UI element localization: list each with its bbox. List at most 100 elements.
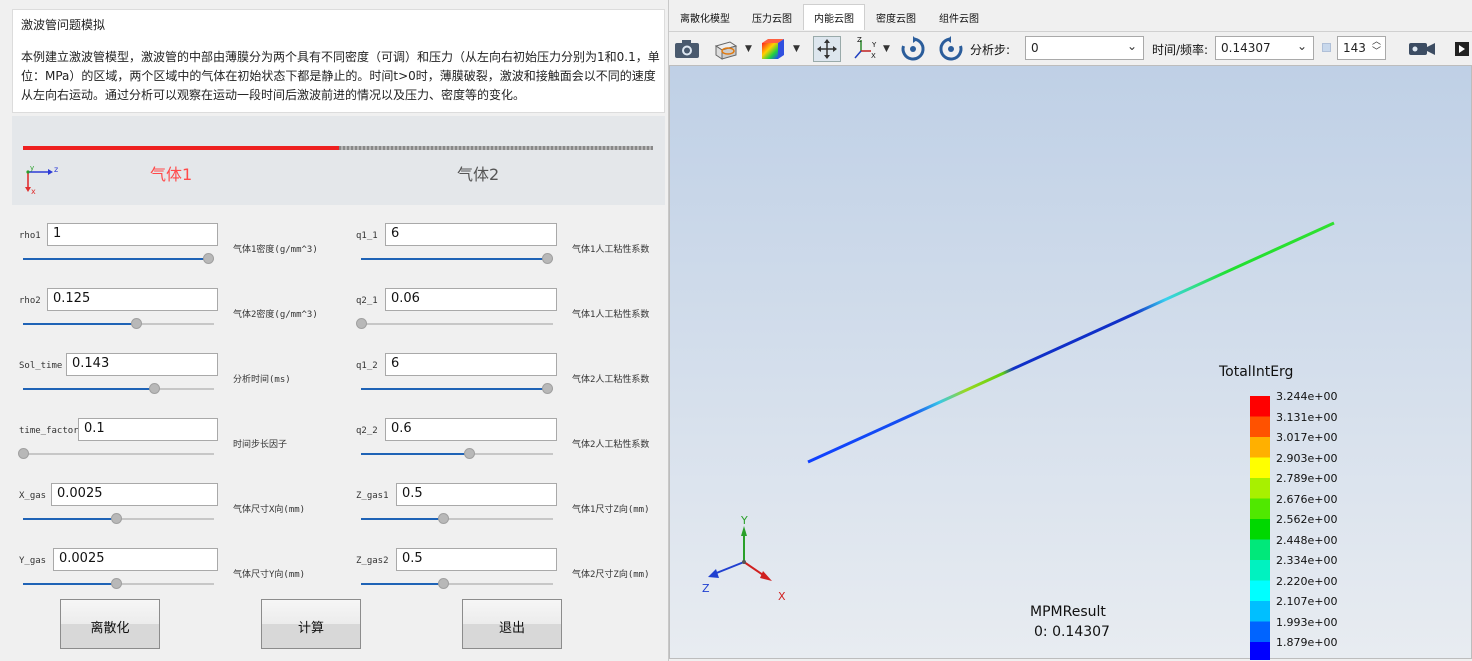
spin-arrows-icon[interactable]: ︿ ﹀ <box>1372 37 1381 57</box>
step-label: 分析步: <box>970 43 1011 57</box>
rho2-slider[interactable] <box>23 318 214 329</box>
legend-swatch <box>1250 437 1270 458</box>
param-label-q1-2: q1_2 <box>356 361 378 371</box>
discretize-button[interactable]: 离散化 <box>60 599 160 649</box>
tab-pressure[interactable]: 压力云图 <box>741 4 803 30</box>
sol-time-input[interactable]: 0.143 <box>66 353 218 376</box>
slider-thumb[interactable] <box>18 448 29 459</box>
q1-1-input[interactable]: 6 <box>385 223 557 246</box>
video-icon[interactable] <box>1405 36 1439 62</box>
slider-thumb[interactable] <box>438 578 449 589</box>
x-gas-slider[interactable] <box>23 513 214 524</box>
q1-2-input[interactable]: 6 <box>385 353 557 376</box>
param-desc-rho2: 气体2密度(g/mm^3) <box>233 310 318 320</box>
y-gas-slider[interactable] <box>23 578 214 589</box>
legend-swatch <box>1250 539 1270 561</box>
view-triad-icon: Y X Z <box>702 514 786 603</box>
chevron-down-icon[interactable]: ▼ <box>793 44 800 54</box>
legend-swatch <box>1250 642 1270 660</box>
result-name: MPMResult <box>1030 604 1106 620</box>
z-gas2-input[interactable]: 0.5 <box>396 548 557 571</box>
slider-thumb[interactable] <box>111 513 122 524</box>
rho2-input[interactable]: 0.125 <box>47 288 218 311</box>
legend-swatch <box>1250 621 1270 643</box>
y-gas-input[interactable]: 0.0025 <box>53 548 218 571</box>
q2-2-slider[interactable] <box>361 448 553 459</box>
param-label-rho2: rho2 <box>19 296 41 306</box>
slider-thumb[interactable] <box>542 253 553 264</box>
param-desc-y-gas: 气体尺寸Y向(mm) <box>233 570 306 580</box>
section-plane-icon[interactable] <box>712 36 740 62</box>
chevron-down-icon[interactable]: ▼ <box>745 44 752 54</box>
legend-swatch <box>1250 498 1270 520</box>
sol-time-slider[interactable] <box>23 383 214 394</box>
param-desc-q2-2: 气体2人工粘性系数 <box>572 440 650 450</box>
param-label-sol-time: Sol_time <box>19 361 63 371</box>
chevron-down-icon[interactable]: ▼ <box>883 44 890 54</box>
mini-axis-triad-icon: z y x <box>25 164 58 196</box>
frame-spinbox[interactable]: 143 ︿ ﹀ <box>1337 36 1386 60</box>
slider-thumb[interactable] <box>111 578 122 589</box>
color-cube-icon[interactable] <box>759 36 787 62</box>
slider-thumb[interactable] <box>131 318 142 329</box>
slider-thumb[interactable] <box>542 383 553 394</box>
frame-spinbox-value: 143 <box>1343 41 1366 55</box>
param-desc-rho1: 气体1密度(g/mm^3) <box>233 245 318 255</box>
tab-density[interactable]: 密度云图 <box>865 4 927 30</box>
result-tabs: 离散化模型 压力云图 内能云图 密度云图 组件云图 <box>669 0 1472 32</box>
param-desc-x-gas: 气体尺寸X向(mm) <box>233 505 306 515</box>
q2-2-input[interactable]: 0.6 <box>385 418 557 441</box>
description-title: 激波管问题模拟 <box>21 18 106 32</box>
slider-thumb[interactable] <box>203 253 214 264</box>
tube-result-plot: Y X Z <box>702 221 1335 660</box>
compute-button[interactable]: 计算 <box>261 599 361 649</box>
tab-component[interactable]: 组件云图 <box>928 4 990 30</box>
axes-orient-icon[interactable]: Z YX <box>851 36 879 62</box>
slider-thumb[interactable] <box>149 383 160 394</box>
q2-1-input[interactable]: 0.06 <box>385 288 557 311</box>
legend-label: 2.107e+00 <box>1276 595 1338 608</box>
mini-axis-x-label: x <box>31 187 36 196</box>
exit-button[interactable]: 退出 <box>462 599 562 649</box>
tab-internal-energy[interactable]: 内能云图 <box>803 4 865 30</box>
z-gas1-slider[interactable] <box>361 513 553 524</box>
time-factor-input[interactable]: 0.1 <box>78 418 218 441</box>
tab-discretized-model[interactable]: 离散化模型 <box>672 4 738 30</box>
next-icon[interactable] <box>1452 36 1472 62</box>
legend-label: 2.334e+00 <box>1276 554 1338 567</box>
rotate-ccw-icon[interactable] <box>937 36 965 62</box>
time-factor-slider[interactable] <box>18 448 214 459</box>
q1-1-slider[interactable] <box>361 253 553 264</box>
param-label-q2-1: q2_1 <box>356 296 378 306</box>
fit-view-icon[interactable] <box>813 36 841 62</box>
slider-thumb[interactable] <box>464 448 475 459</box>
z-gas1-input[interactable]: 0.5 <box>396 483 557 506</box>
legend-label: 2.562e+00 <box>1276 513 1338 526</box>
legend-title: TotalIntErg <box>1219 364 1294 380</box>
legend-label: 2.220e+00 <box>1276 574 1338 588</box>
camera-icon[interactable] <box>673 36 701 62</box>
chevron-down-icon: ⌄ <box>1126 39 1137 53</box>
z-gas2-slider[interactable] <box>361 578 553 589</box>
param-desc-z-gas2: 气体2尺寸Z向(mm) <box>572 570 650 580</box>
rho1-slider[interactable] <box>23 253 214 264</box>
rho1-input[interactable]: 1 <box>47 223 218 246</box>
param-label-z-gas1: Z_gas1 <box>356 491 389 501</box>
slider-thumb[interactable] <box>356 318 367 329</box>
param-desc-time-factor: 时间步长因子 <box>233 440 288 450</box>
x-gas-input[interactable]: 0.0025 <box>51 483 218 506</box>
gas2-bar <box>339 146 653 150</box>
param-desc-q1-2: 气体2人工粘性系数 <box>572 375 650 385</box>
color-legend-bar <box>1250 396 1270 660</box>
rotate-cw-icon[interactable] <box>899 36 927 62</box>
time-select[interactable]: 0.14307 ⌄ <box>1215 36 1314 60</box>
q1-2-slider[interactable] <box>361 383 553 394</box>
legend-label: 2.903e+00 <box>1276 451 1338 465</box>
slider-thumb[interactable] <box>438 513 449 524</box>
triad-y-label: Y <box>740 514 748 527</box>
result-step: 0: 0.14307 <box>1034 624 1110 640</box>
3d-viewport[interactable]: Y X Z TotalIntErg 3.244e+00 3.131e+00 3.01… <box>669 65 1472 660</box>
legend-swatch <box>1250 519 1270 540</box>
q2-1-slider[interactable] <box>356 318 553 329</box>
step-select[interactable]: 0 ⌄ <box>1025 36 1144 60</box>
